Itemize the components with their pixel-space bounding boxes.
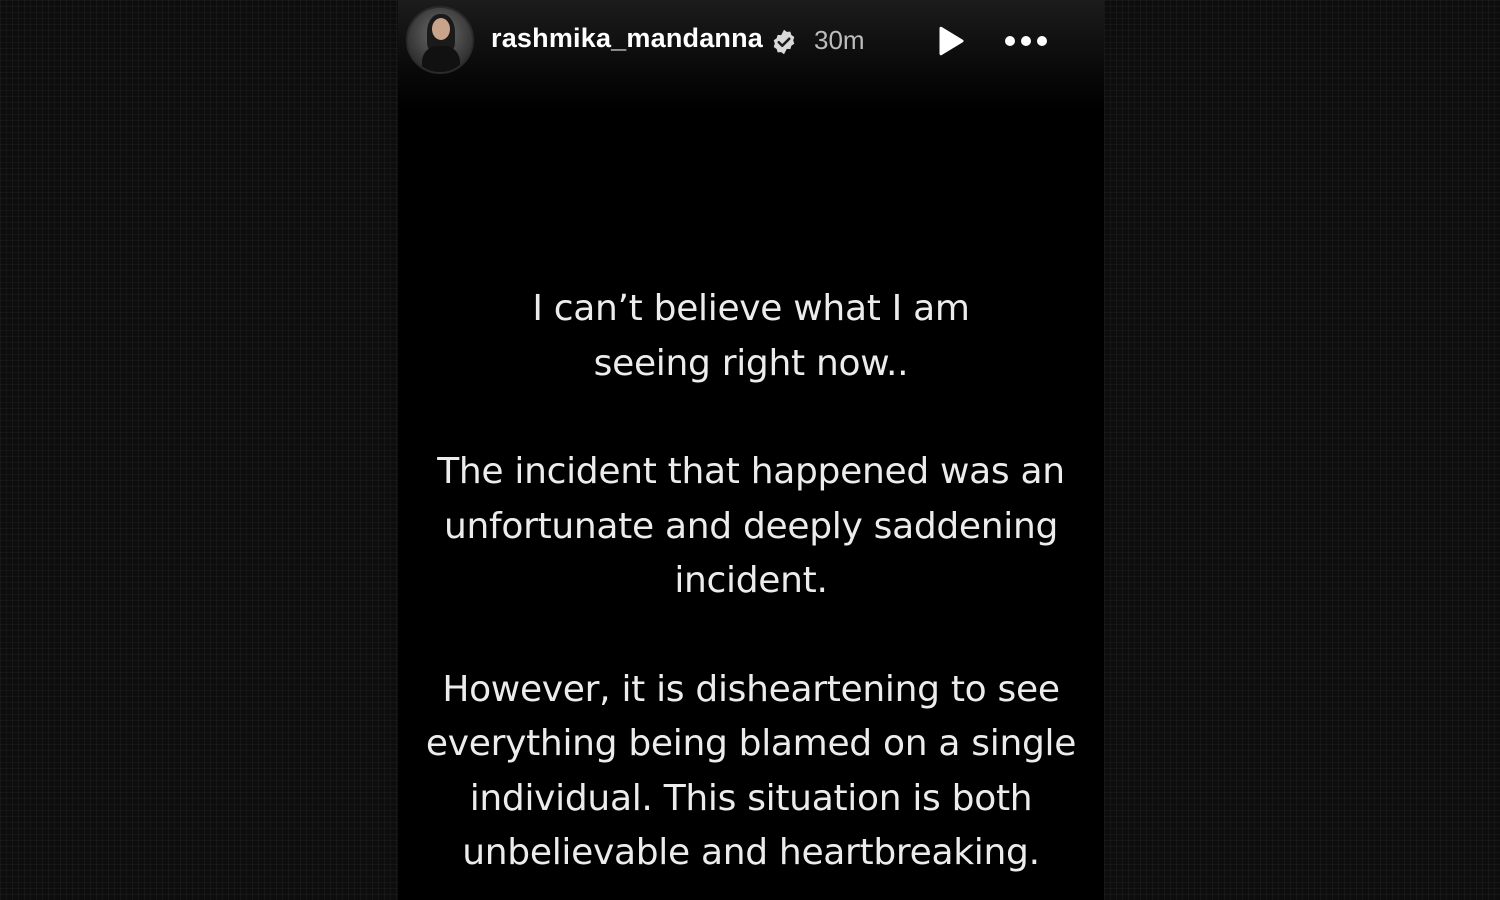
avatar-body	[422, 46, 460, 72]
username[interactable]: rashmika_mandanna	[491, 23, 763, 54]
story-viewer: rashmika_mandanna 30m I can’t believe wh…	[398, 0, 1104, 900]
verified-badge-icon	[773, 29, 795, 55]
avatar-face	[432, 18, 450, 40]
avatar[interactable]	[406, 6, 474, 74]
more-options-icon[interactable]	[1002, 28, 1050, 54]
play-icon[interactable]	[932, 23, 968, 59]
story-text: I can’t believe what I am seeing right n…	[398, 282, 1104, 900]
timestamp: 30m	[814, 25, 865, 55]
story-paragraph-2: The incident that happened was an unfort…	[437, 451, 1065, 601]
story-paragraph-3: However, it is disheartening to see ever…	[425, 668, 1077, 874]
story-header: rashmika_mandanna 30m	[398, 0, 1104, 110]
story-paragraph-1: I can’t believe what I am seeing right n…	[532, 288, 970, 384]
